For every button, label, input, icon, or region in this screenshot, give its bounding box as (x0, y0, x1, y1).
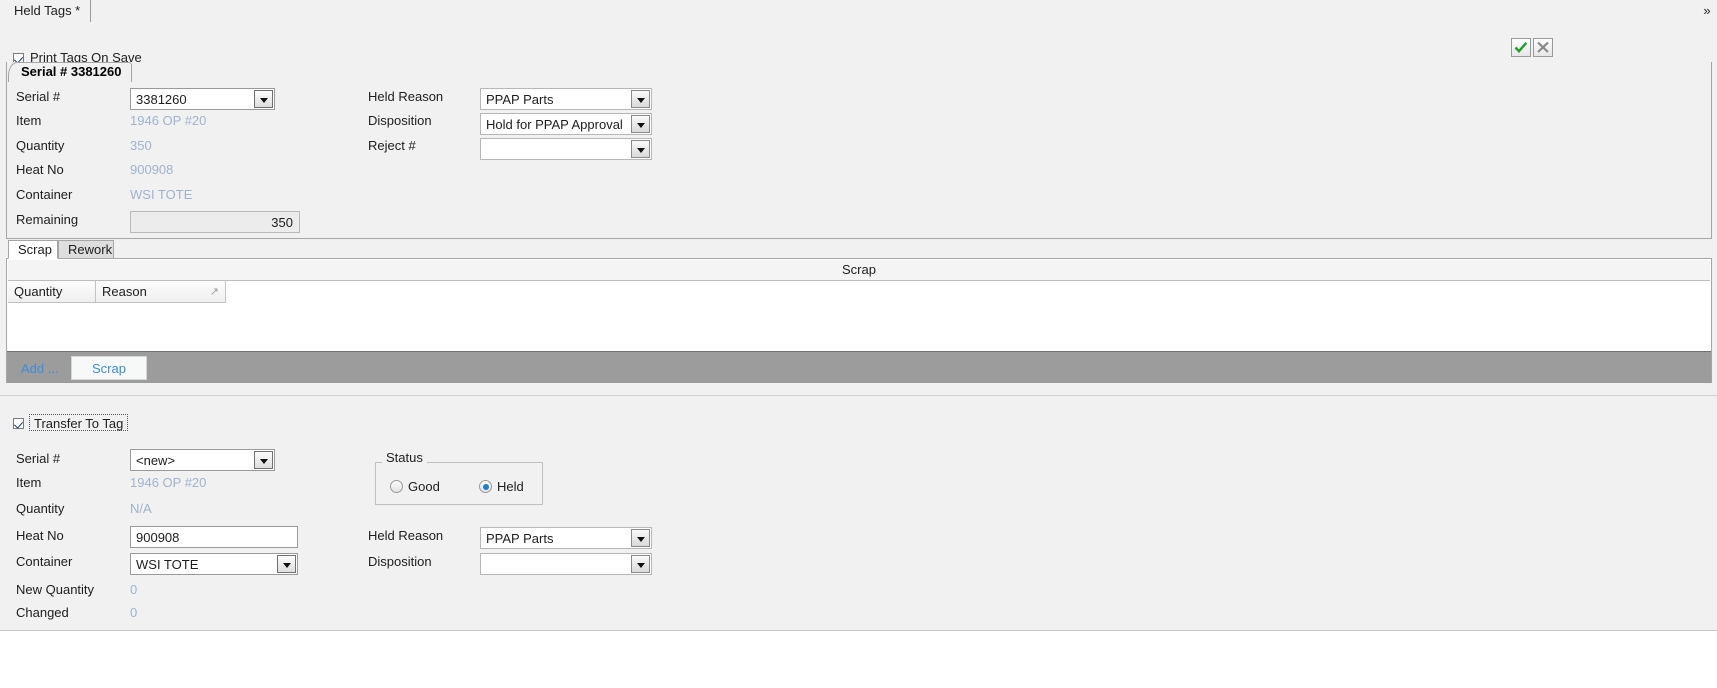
scrap-button-bar: Add ... Scrap (7, 351, 1711, 383)
held-reason-value: PPAP Parts (486, 92, 554, 107)
item-value: 1946 OP #20 (130, 113, 207, 128)
item-label: Item (16, 113, 42, 128)
transfer-held-reason-combo[interactable]: PPAP Parts (480, 527, 652, 549)
chevron-down-icon[interactable] (277, 555, 296, 573)
transfer-to-tag-text: Transfer To Tag (34, 416, 124, 431)
new-quantity-value: 0 (130, 582, 138, 597)
tab-scrap[interactable]: Scrap (8, 240, 58, 259)
quantity-value: 350 (130, 138, 152, 153)
transfer-held-reason-value: PPAP Parts (486, 531, 554, 546)
transfer-serial-value: <new> (136, 453, 176, 468)
scrap-grid-caption: Scrap (8, 260, 1710, 281)
accept-button[interactable] (1511, 38, 1531, 57)
held-reason-label: Held Reason (368, 89, 444, 104)
remaining-value: 350 (271, 215, 293, 230)
serial-panel-tab[interactable]: Serial # 3381260 (8, 62, 133, 82)
sort-ascending-icon: ↗ (209, 286, 219, 298)
chevron-down-icon[interactable] (631, 529, 650, 547)
radio-good[interactable] (390, 480, 403, 493)
footer-area (0, 631, 1717, 688)
transfer-quantity-value: N/A (130, 501, 152, 516)
heat-no-label: Heat No (16, 162, 64, 177)
new-quantity-label: New Quantity (16, 582, 95, 597)
transfer-item-label: Item (16, 475, 42, 490)
status-group-label: Status (382, 450, 427, 465)
quantity-label: Quantity (16, 138, 65, 153)
transfer-serial-label: Serial # (16, 451, 61, 466)
disposition-value: Hold for PPAP Approval (486, 117, 623, 132)
add-button[interactable]: Add ... (21, 361, 59, 376)
transfer-disposition-combo[interactable] (480, 553, 652, 575)
cancel-button[interactable] (1533, 38, 1553, 57)
transfer-container-label: Container (16, 554, 73, 569)
close-icon (1537, 41, 1549, 53)
disposition-combo[interactable]: Hold for PPAP Approval (480, 113, 652, 135)
scrap-rework-tabstrip: Scrap Rework (6, 240, 1712, 259)
transfer-held-reason-label: Held Reason (368, 528, 444, 543)
expand-caret-icon[interactable]: » (1700, 3, 1714, 19)
changed-label: Changed (16, 605, 69, 620)
chevron-down-icon[interactable] (631, 140, 650, 158)
serial-label: Serial # (16, 89, 61, 104)
column-header-reason-label: Reason (102, 284, 147, 299)
tab-rework[interactable]: Rework (58, 240, 114, 259)
remaining-label: Remaining (16, 212, 79, 227)
chevron-down-icon[interactable] (631, 555, 650, 573)
transfer-quantity-label: Quantity (16, 501, 65, 516)
container-value: WSI TOTE (130, 187, 193, 202)
radio-held-label: Held (497, 479, 524, 494)
container-label: Container (16, 187, 73, 202)
chevron-down-icon[interactable] (254, 90, 273, 108)
transfer-heat-no-value: 900908 (136, 530, 180, 545)
transfer-heat-no-field[interactable]: 900908 (130, 526, 298, 548)
remaining-field: 350 (130, 211, 300, 233)
transfer-serial-combo[interactable]: <new> (130, 449, 275, 471)
held-tags-window: Held Tags * » Print Tags On Save Serial … (0, 0, 1717, 688)
serial-combo-value: 3381260 (136, 92, 187, 107)
heat-no-value: 900908 (130, 162, 174, 177)
reject-no-label: Reject # (368, 138, 416, 153)
transfer-to-tag-checkbox[interactable] (13, 416, 24, 431)
transfer-container-combo[interactable]: WSI TOTE (130, 553, 298, 575)
transfer-item-value: 1946 OP #20 (130, 475, 207, 490)
check-icon (1514, 42, 1528, 53)
chevron-down-icon[interactable] (631, 90, 650, 108)
transfer-disposition-label: Disposition (368, 554, 432, 569)
radio-held[interactable] (479, 480, 492, 493)
reject-no-combo[interactable] (480, 138, 652, 160)
changed-value: 0 (130, 605, 138, 620)
tab-held-tags[interactable]: Held Tags * (8, 0, 92, 22)
held-reason-combo[interactable]: PPAP Parts (480, 88, 652, 110)
transfer-to-tag-panel (0, 395, 1717, 630)
chevron-down-icon[interactable] (254, 451, 273, 469)
column-header-reason[interactable]: Reason ↗ (96, 281, 226, 303)
print-tags-row: Print Tags On Save (0, 23, 1717, 65)
disposition-label: Disposition (368, 113, 432, 128)
radio-good-label: Good (408, 479, 440, 494)
tab-strip: Held Tags * » (0, 0, 1717, 24)
transfer-to-tag-label[interactable]: Transfer To Tag (29, 414, 129, 431)
column-header-quantity[interactable]: Quantity (8, 281, 96, 303)
transfer-heat-no-label: Heat No (16, 528, 64, 543)
chevron-down-icon[interactable] (631, 115, 650, 133)
scrap-button[interactable]: Scrap (71, 356, 147, 380)
transfer-container-value: WSI TOTE (136, 557, 199, 572)
serial-combo[interactable]: 3381260 (130, 88, 275, 110)
